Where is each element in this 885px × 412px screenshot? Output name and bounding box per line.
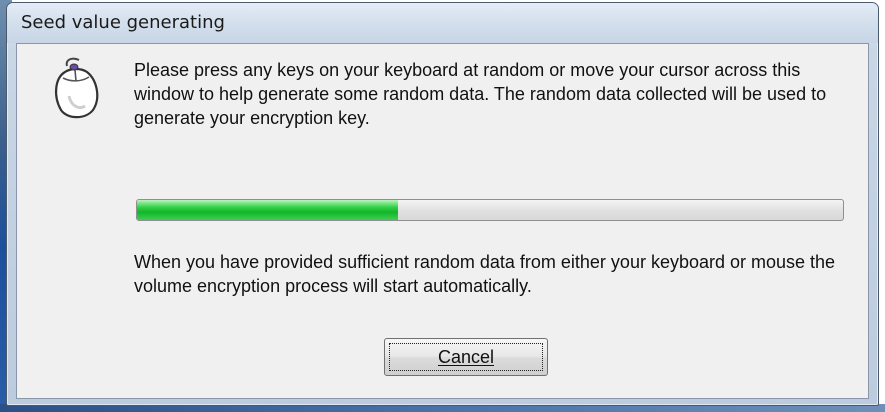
mouse-icon xyxy=(55,57,99,119)
progress-fill xyxy=(137,200,399,220)
entropy-progress-bar xyxy=(136,199,844,221)
cancel-button-label: Cancel xyxy=(437,346,495,367)
title-bar[interactable]: Seed value generating xyxy=(7,3,878,43)
cancel-button[interactable]: Cancel xyxy=(384,338,548,376)
instruction-message: Please press any keys on your keyboard a… xyxy=(134,60,827,128)
dialog-content: Please press any keys on your keyboard a… xyxy=(16,43,869,399)
dialog-window: Seed value generating Please press any k… xyxy=(6,2,879,406)
window-title: Seed value generating xyxy=(21,12,225,33)
info-message: When you have provided sufficient random… xyxy=(134,252,836,296)
